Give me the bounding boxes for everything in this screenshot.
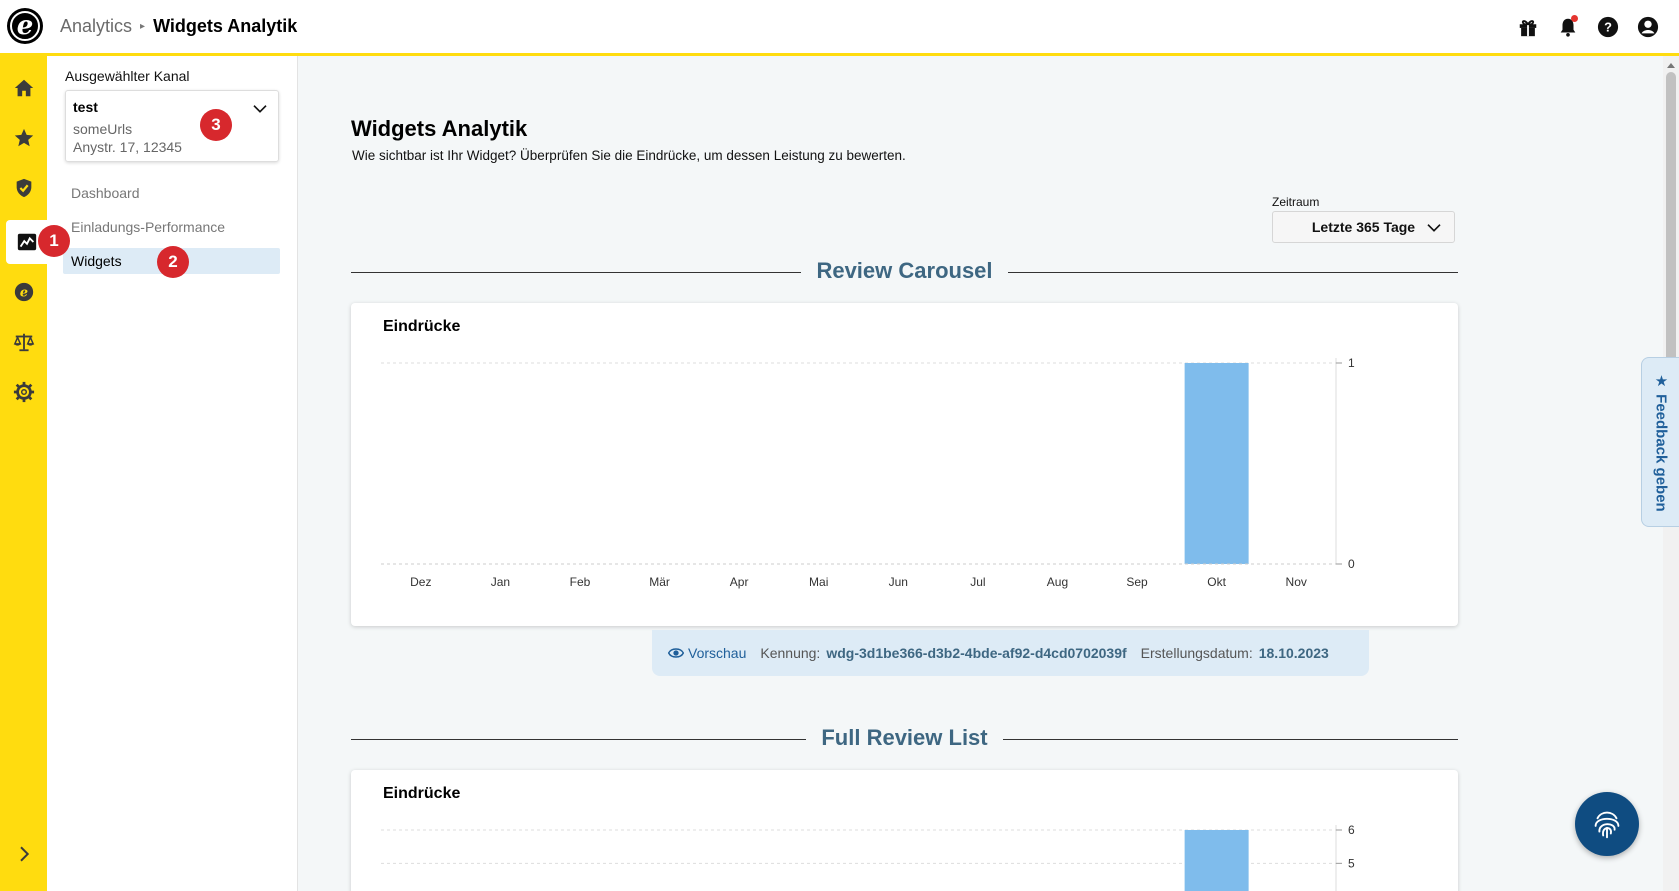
gift-icon[interactable] bbox=[1515, 14, 1541, 40]
gear-icon[interactable] bbox=[0, 370, 47, 414]
x-tick-label: Dez bbox=[410, 575, 431, 589]
breadcrumb-separator-icon: ▸ bbox=[140, 21, 146, 32]
section-heading-full-review-list: Full Review List bbox=[351, 725, 1458, 755]
notification-bell-icon[interactable] bbox=[1555, 14, 1581, 40]
period-label: Zeitraum bbox=[1272, 195, 1320, 209]
fingerprint-button[interactable] bbox=[1575, 792, 1639, 856]
preview-link[interactable]: Vorschau bbox=[668, 645, 746, 661]
channel-label: Ausgewählter Kanal bbox=[65, 68, 190, 84]
widget-id-label: Kennung: bbox=[760, 645, 821, 661]
channel-selector[interactable]: test someUrls Anystr. 17, 12345 bbox=[65, 90, 279, 162]
svg-text:?: ? bbox=[1604, 20, 1612, 35]
bar-Okt[interactable] bbox=[1184, 830, 1249, 891]
y-tick-label: 0 bbox=[1348, 557, 1355, 571]
svg-text:e: e bbox=[19, 286, 27, 301]
y-tick-label: 5 bbox=[1348, 856, 1355, 870]
page-description: Wie sichtbar ist Ihr Widget? Überprüfen … bbox=[352, 148, 906, 163]
preview-label: Vorschau bbox=[688, 645, 747, 661]
x-tick-label: Jan bbox=[491, 575, 510, 589]
x-tick-label: Sep bbox=[1126, 575, 1148, 589]
x-tick-label: Jun bbox=[889, 575, 908, 589]
x-tick-label: Mär bbox=[649, 575, 670, 589]
subnav-item-invitation-performance[interactable]: Einladungs-Performance bbox=[63, 214, 280, 240]
feedback-tab[interactable]: ★ Feedback geben bbox=[1641, 357, 1679, 527]
bar-Okt[interactable] bbox=[1184, 363, 1249, 564]
x-tick-label: Nov bbox=[1286, 575, 1307, 589]
x-tick-label: Apr bbox=[730, 575, 749, 589]
step-badge-3: 3 bbox=[200, 109, 232, 141]
period-select[interactable]: Letzte 365 Tage bbox=[1272, 211, 1455, 243]
help-icon[interactable]: ? bbox=[1595, 14, 1621, 40]
notification-dot bbox=[1571, 15, 1578, 22]
impressions-chart: 0 1 Dez Jan Feb Mär Apr Mai Jun Jul Aug Sep Okt Nov bbox=[381, 356, 1355, 589]
chart-card-review-carousel: Eindrücke 0 1 Dez Jan Feb Mär Apr Mai Jun Jul Aug S… bbox=[351, 303, 1458, 626]
trusted-shops-logo[interactable]: e bbox=[7, 8, 43, 44]
y-tick-label: 6 bbox=[1348, 823, 1355, 837]
analytics-subnav: Ausgewählter Kanal test someUrls Anystr.… bbox=[47, 56, 298, 891]
main-navigation-rail: e bbox=[0, 56, 47, 891]
breadcrumb-current: Widgets Analytik bbox=[153, 16, 298, 36]
chart-card-full-review-list: Eindrücke 56 bbox=[351, 770, 1458, 891]
channel-address: Anystr. 17, 12345 bbox=[73, 139, 182, 155]
section-heading-review-carousel: Review Carousel bbox=[351, 258, 1458, 288]
channel-url: someUrls bbox=[73, 121, 133, 137]
channel-name: test bbox=[73, 99, 98, 115]
scales-icon[interactable] bbox=[0, 320, 47, 364]
home-icon[interactable] bbox=[0, 66, 47, 110]
chevron-right-icon[interactable] bbox=[0, 832, 47, 876]
creation-date-label: Erstellungsdatum: bbox=[1140, 645, 1253, 661]
chevron-down-icon bbox=[252, 101, 268, 122]
widget-id-value: wdg-3d1be366-d3b2-4bde-af92-d4cd0702039f bbox=[826, 645, 1127, 661]
x-tick-label: Okt bbox=[1207, 575, 1226, 589]
step-badge-2: 2 bbox=[157, 246, 189, 278]
top-bar: e Analytics ▸ Widgets Analytik ? bbox=[0, 0, 1679, 56]
x-tick-label: Jul bbox=[970, 575, 985, 589]
step-badge-1: 1 bbox=[38, 225, 70, 257]
breadcrumb: Analytics ▸ Widgets Analytik bbox=[60, 16, 297, 37]
eye-icon bbox=[668, 648, 684, 658]
creation-date-value: 18.10.2023 bbox=[1258, 645, 1329, 661]
y-tick-label: 1 bbox=[1348, 356, 1355, 370]
subnav-item-dashboard[interactable]: Dashboard bbox=[63, 180, 280, 206]
user-account-icon[interactable] bbox=[1635, 14, 1661, 40]
x-tick-label: Feb bbox=[570, 575, 591, 589]
star-icon[interactable] bbox=[0, 116, 47, 160]
scroll-up-arrow-icon[interactable] bbox=[1663, 58, 1679, 72]
feedback-label: ★ Feedback geben bbox=[1652, 372, 1670, 512]
breadcrumb-root[interactable]: Analytics bbox=[60, 16, 132, 37]
section-title: Full Review List bbox=[821, 725, 988, 750]
scrollbar-thumb[interactable] bbox=[1666, 72, 1676, 372]
chevron-down-icon bbox=[1426, 220, 1442, 239]
section-title: Review Carousel bbox=[816, 258, 993, 283]
e-logo-icon[interactable]: e bbox=[0, 270, 47, 314]
widget-info-bar: Vorschau Kennung: wdg-3d1be366-d3b2-4bde… bbox=[652, 630, 1369, 676]
x-tick-label: Aug bbox=[1047, 575, 1068, 589]
x-tick-label: Mai bbox=[809, 575, 828, 589]
page-title: Widgets Analytik bbox=[351, 116, 528, 141]
shield-check-icon[interactable] bbox=[0, 166, 47, 210]
period-value: Letzte 365 Tage bbox=[1311, 219, 1416, 235]
impressions-chart: 56 bbox=[381, 823, 1355, 891]
fingerprint-icon bbox=[1594, 811, 1620, 839]
